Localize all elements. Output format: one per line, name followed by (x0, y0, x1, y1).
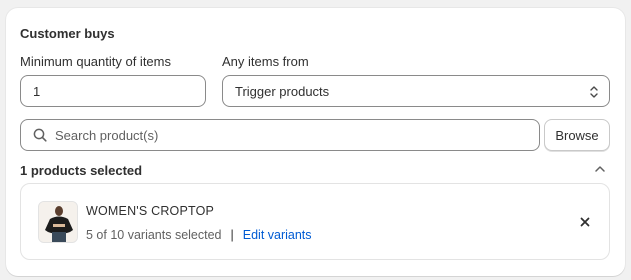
browse-button[interactable]: Browse (544, 119, 610, 151)
close-icon[interactable] (578, 215, 592, 229)
product-search-field[interactable] (20, 119, 540, 151)
min-quantity-value: 1 (33, 83, 41, 99)
items-from-select[interactable]: Trigger products (222, 75, 610, 107)
min-quantity-label: Minimum quantity of items (20, 54, 171, 69)
variant-info: 5 of 10 variants selected | Edit variant… (86, 228, 312, 242)
min-quantity-input[interactable]: 1 (20, 75, 206, 107)
card-title: Customer buys (20, 26, 115, 41)
variants-selected-text: 5 of 10 variants selected (86, 228, 222, 242)
chevron-up-icon[interactable] (593, 163, 607, 175)
search-icon (33, 128, 47, 142)
customer-buys-card: Customer buys Minimum quantity of items … (6, 8, 625, 276)
separator: | (230, 228, 234, 242)
product-name: WOMEN'S CROPTOP (86, 204, 215, 218)
product-search-input[interactable] (55, 127, 515, 143)
edit-variants-link[interactable]: Edit variants (243, 228, 312, 242)
product-image (39, 202, 77, 242)
selected-product-item: WOMEN'S CROPTOP 5 of 10 variants selecte… (20, 183, 610, 260)
select-chevron-icon (590, 86, 598, 98)
items-from-selected-value: Trigger products (235, 83, 330, 99)
items-from-label: Any items from (222, 54, 309, 69)
products-selected-count: 1 products selected (20, 163, 143, 178)
product-thumbnail (38, 201, 78, 243)
